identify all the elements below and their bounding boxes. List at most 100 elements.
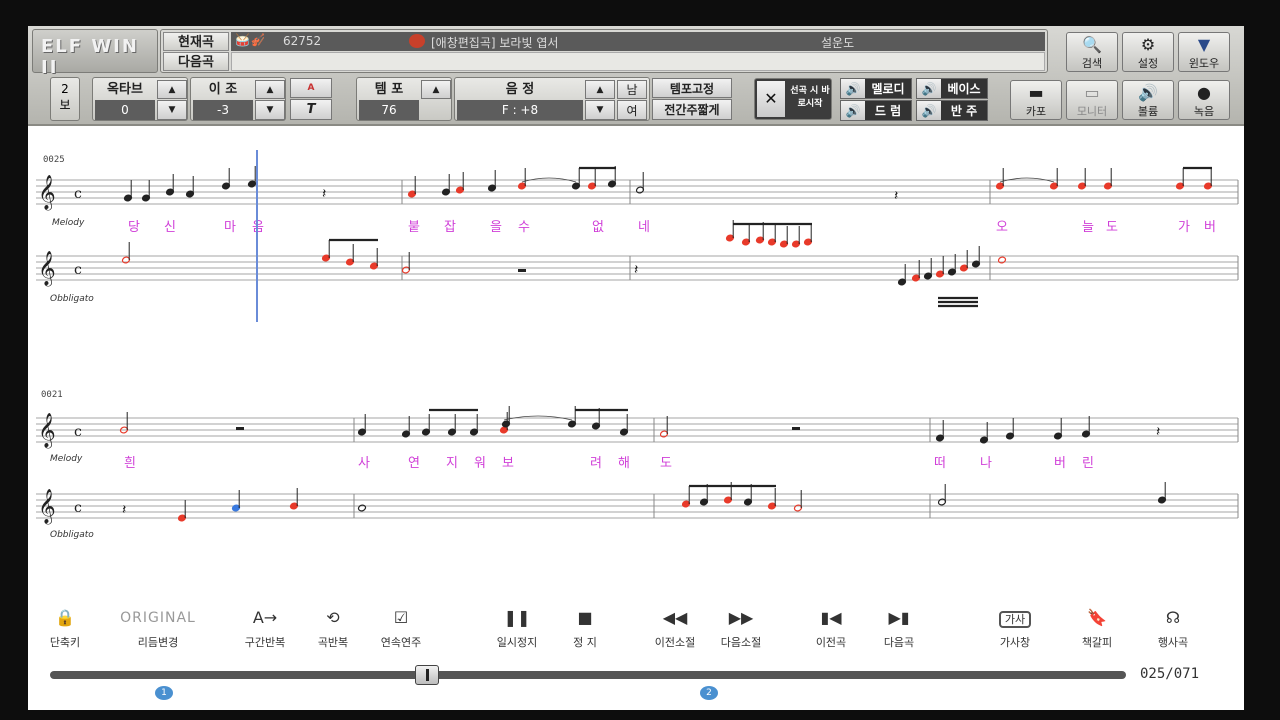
lyric-syllable: 버	[1054, 456, 1066, 471]
section-marker-1[interactable]: 1	[155, 686, 173, 700]
tempo-fix-button[interactable]: 템포고정	[652, 78, 732, 98]
lyric-syllable: 당	[128, 220, 140, 235]
lyric-syllable: 을	[490, 220, 502, 235]
melody-toggle[interactable]: 🔊 멜로디	[840, 78, 912, 99]
speaker-icon: 🔊	[917, 79, 941, 98]
pitch-up-button[interactable]: ▲	[585, 80, 615, 99]
transpose-label: 이 조	[208, 82, 238, 97]
continuous-play-button[interactable]: ☑ 연속연주	[356, 606, 446, 650]
next-bar-button[interactable]: ▶▶ 다음소절	[696, 606, 786, 650]
song-title: [애창편집곡] 보라빛 엽서	[431, 36, 559, 50]
rhythm-change-button[interactable]: ORIGINAL 리듬변경	[108, 606, 208, 650]
monitor-icon: ▭	[1084, 83, 1100, 102]
transpose-down-button[interactable]: ▼	[255, 100, 285, 120]
song-info-panel: 현재곡 다음곡 🥁🎻 62752 [애창편집곡] 보라빛 엽서 설운도	[160, 29, 1048, 73]
staff-label-obbligato: Obbligato	[50, 530, 94, 540]
tempo-control: 템 포 76 ▲	[356, 77, 452, 121]
guitar-icon: ▬	[1028, 83, 1044, 102]
settings-button[interactable]: ⚙ 설정	[1122, 32, 1174, 72]
whole-rest	[518, 269, 526, 272]
gear-icon: ⚙	[1140, 35, 1156, 54]
bass-toggle[interactable]: 🔊 베이스	[916, 78, 988, 99]
monitor-button[interactable]: ▭ 모니터	[1066, 80, 1118, 120]
lyric-syllable: 잡	[444, 220, 456, 235]
text-style-button[interactable]: A	[290, 78, 332, 98]
treble-clef: 𝄞	[38, 251, 56, 287]
lyric-syllable: 마	[224, 220, 236, 235]
octave-down-button[interactable]: ▼	[157, 100, 187, 120]
record-button[interactable]: ● 녹음	[1178, 80, 1230, 120]
logo-panel: ELF WIN II	[32, 29, 158, 78]
lyric-syllable: 없	[592, 220, 604, 235]
rest-symbol: 𝄽	[122, 502, 126, 518]
measure-number: 0025	[43, 155, 65, 165]
staff-label-melody: Melody	[52, 218, 85, 228]
transpose-value: -3	[193, 100, 253, 120]
tempo-value: 76	[359, 100, 419, 120]
progress-slider-thumb[interactable]	[414, 665, 439, 685]
lyrics-window-button[interactable]: 가사 가사창	[970, 606, 1060, 650]
lyric-syllable: 신	[164, 220, 176, 235]
pitch-down-button[interactable]: ▼	[585, 100, 615, 120]
start-immediately-toggle[interactable]: ✕ 선곡 시 바로시작	[754, 78, 832, 120]
lyric-syllable: 버	[1204, 220, 1216, 235]
close-icon: ✕	[757, 81, 785, 117]
progress-slider[interactable]	[50, 665, 1126, 685]
treble-clef: 𝄞	[38, 413, 56, 449]
lyric-syllable: 오	[996, 220, 1008, 235]
lyric-syllable: 해	[618, 456, 630, 471]
octave-control: 옥타브 0 ▲ ▼	[92, 77, 188, 121]
rest-symbol: 𝄽	[1156, 424, 1160, 440]
skip-forward-icon: ▶▮	[888, 608, 910, 627]
accompaniment-toggle[interactable]: 🔊 반 주	[916, 100, 988, 121]
capo-button[interactable]: ▬ 카포	[1010, 80, 1062, 120]
tempo-up-button[interactable]: ▲	[421, 80, 451, 99]
pitch-label: 음 정	[505, 82, 535, 97]
measure-number: 0021	[41, 390, 63, 400]
font-button[interactable]: T	[290, 99, 332, 120]
next-song-button[interactable]: ▶▮ 다음곡	[854, 606, 944, 650]
lyric-syllable: 워	[474, 456, 486, 471]
stop-button[interactable]: ■ 정 지	[540, 606, 630, 650]
window-button[interactable]: ▼ 윈도우	[1178, 32, 1230, 72]
view-toggle[interactable]: 2 보	[50, 77, 80, 121]
transpose-up-button[interactable]: ▲	[255, 80, 285, 99]
treble-clef: 𝄞	[38, 175, 56, 211]
short-intro-button[interactable]: 전간주짧게	[652, 99, 732, 120]
treble-clef: 𝄞	[38, 489, 56, 525]
volume-button[interactable]: 🔊 볼륨	[1122, 80, 1174, 120]
time-signature: c	[74, 500, 82, 516]
shortcut-button[interactable]: 🔒 단축키	[28, 606, 110, 650]
rest-symbol: 𝄽	[322, 186, 326, 202]
instrument-icons: 🥁🎻	[235, 33, 265, 47]
lyric-syllable: 네	[638, 220, 650, 235]
music-score: 𝄞 c 𝄞 c 𝄞 c 𝄞 c 𝄽 𝄽 𝄽 𝄽 𝄽 0025 Melody Obbligato 0021…	[28, 128, 1244, 596]
lyric-syllable: 나	[980, 456, 992, 471]
tempo-label: 템 포	[374, 82, 404, 97]
time-signature: c	[74, 424, 82, 440]
next-song-bar	[231, 52, 1045, 71]
staff-label-obbligato: Obbligato	[50, 294, 94, 304]
score-staves: 𝄞 c 𝄞 c 𝄞 c 𝄞 c 𝄽 𝄽 𝄽 𝄽 𝄽	[36, 166, 1239, 525]
lyric-syllable: 사	[358, 456, 370, 471]
staff-label-melody: Melody	[50, 454, 83, 464]
playback-controls: 🔒 단축키 ORIGINAL 리듬변경 A→ 구간반복 ⟲ 곡반복 ☑ 연속연주…	[28, 596, 1244, 710]
drum-toggle[interactable]: 🔊 드 럼	[840, 100, 912, 121]
octave-label: 옥타브	[107, 82, 143, 97]
stop-icon: ■	[577, 608, 593, 627]
song-number: 62752	[283, 34, 322, 48]
male-key-button[interactable]: 남	[617, 80, 647, 99]
transpose-control: 이 조 -3 ▲ ▼	[190, 77, 286, 121]
female-key-button[interactable]: 여	[617, 100, 647, 120]
pitch-value: F : +8	[457, 100, 583, 120]
event-song-button[interactable]: ☊ 행사곡	[1128, 606, 1218, 650]
search-button[interactable]: 🔍 검색	[1066, 32, 1118, 72]
octave-up-button[interactable]: ▲	[157, 80, 187, 99]
karaoke-screen: ELF WIN II 현재곡 다음곡 🥁🎻 62752 [애창편집곡] 보라빛 …	[28, 26, 1244, 710]
speaker-icon: 🔊	[917, 101, 941, 120]
section-marker-2[interactable]: 2	[700, 686, 718, 700]
time-signature: c	[74, 262, 82, 278]
time-signature: c	[74, 186, 82, 202]
speaker-icon: 🔊	[1138, 83, 1158, 102]
half-rest	[792, 427, 800, 430]
